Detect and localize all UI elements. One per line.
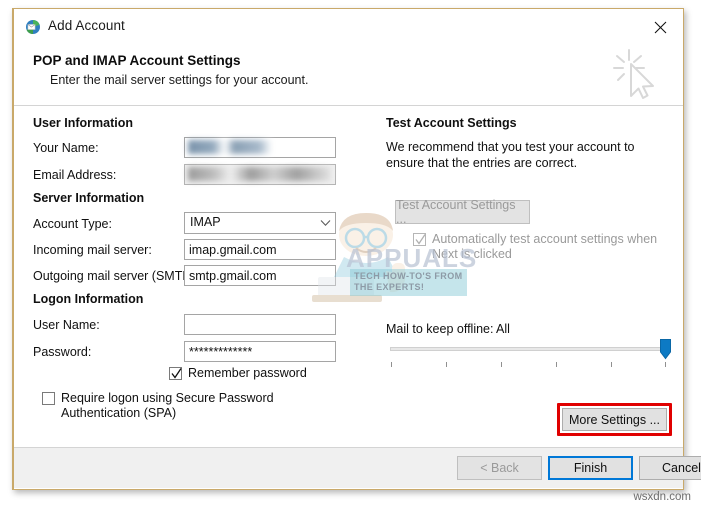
finish-button-label: Finish — [573, 461, 608, 475]
email-address-label: Email Address: — [33, 168, 117, 182]
slider-tick — [556, 362, 557, 367]
server-information-section-label: Server Information — [33, 191, 145, 205]
dialog-footer: < Back Finish Cancel — [14, 448, 701, 488]
checkbox-box — [413, 233, 426, 246]
cancel-button-label: Cancel — [662, 461, 701, 475]
password-label: Password: — [33, 345, 92, 359]
screenshot-root: Add Account POP and IMAP Account Setting… — [0, 0, 701, 506]
account-globe-icon — [25, 19, 41, 35]
chevron-down-icon[interactable] — [315, 213, 335, 233]
site-watermark: wsxdn.com — [633, 491, 691, 503]
remember-password-checkbox[interactable]: Remember password — [169, 366, 307, 381]
test-account-section-label: Test Account Settings — [386, 116, 517, 130]
require-spa-checkbox[interactable]: Require logon using Secure Password Auth… — [42, 391, 342, 421]
your-name-label: Your Name: — [33, 141, 99, 155]
user-name-label: User Name: — [33, 318, 100, 332]
require-spa-label: Require logon using Secure Password Auth… — [61, 391, 274, 420]
user-information-section-label: User Information — [33, 116, 134, 130]
checkmark-icon — [415, 233, 426, 245]
outgoing-mail-server-label: Outgoing mail server (SMTP): — [33, 269, 199, 283]
back-button-label: < Back — [480, 461, 519, 475]
test-account-description: We recommend that you test your account … — [386, 140, 635, 170]
page-title: POP and IMAP Account Settings — [33, 53, 241, 68]
your-name-input[interactable] — [184, 137, 336, 158]
more-settings-button[interactable]: More Settings ... — [562, 408, 667, 431]
account-type-value: IMAP — [190, 215, 221, 229]
slider-tick — [501, 362, 502, 367]
mail-offline-slider-thumb[interactable] — [660, 339, 671, 360]
test-account-settings-button[interactable]: Test Account Settings ... — [395, 198, 530, 226]
user-name-input[interactable] — [184, 314, 336, 335]
incoming-mail-server-input[interactable] — [184, 239, 336, 260]
checkmark-icon — [171, 367, 182, 379]
account-type-label: Account Type: — [33, 217, 112, 231]
dialog-body: User Information Your Name: Email Addres… — [14, 106, 683, 448]
more-settings-button-label: More Settings ... — [568, 412, 660, 427]
cursor-sparkle-icon — [609, 46, 667, 104]
password-input[interactable] — [184, 341, 336, 362]
close-icon[interactable] — [645, 15, 675, 39]
slider-tick — [446, 362, 447, 367]
mail-offline-label: Mail to keep offline: — [386, 322, 494, 336]
finish-button[interactable]: Finish — [548, 456, 633, 480]
incoming-mail-server-label: Incoming mail server: — [33, 243, 152, 257]
logon-information-section-label: Logon Information — [33, 292, 144, 306]
checkbox-box — [42, 392, 55, 405]
dialog-header: POP and IMAP Account Settings Enter the … — [14, 44, 683, 106]
mail-offline-slider-track[interactable] — [390, 347, 667, 351]
test-account-settings-button-label: Test Account Settings ... — [396, 198, 516, 226]
cancel-button[interactable]: Cancel — [639, 456, 701, 480]
auto-test-label: Automatically test account settings when… — [432, 232, 658, 261]
auto-test-checkbox[interactable]: Automatically test account settings when… — [413, 232, 683, 262]
slider-tick — [665, 362, 666, 367]
remember-password-label: Remember password — [188, 366, 307, 380]
outgoing-mail-server-input[interactable] — [184, 265, 336, 286]
back-button[interactable]: < Back — [457, 456, 542, 480]
slider-tick — [611, 362, 612, 367]
mail-offline-value: All — [496, 322, 510, 336]
add-account-dialog: Add Account POP and IMAP Account Setting… — [12, 8, 701, 490]
window-title: Add Account — [48, 18, 125, 33]
title-bar: Add Account — [14, 9, 683, 44]
checkbox-box — [169, 367, 182, 380]
slider-tick — [391, 362, 392, 367]
account-type-select[interactable]: IMAP — [184, 212, 336, 234]
email-address-input[interactable] — [184, 164, 336, 185]
page-subtitle: Enter the mail server settings for your … — [50, 73, 309, 87]
